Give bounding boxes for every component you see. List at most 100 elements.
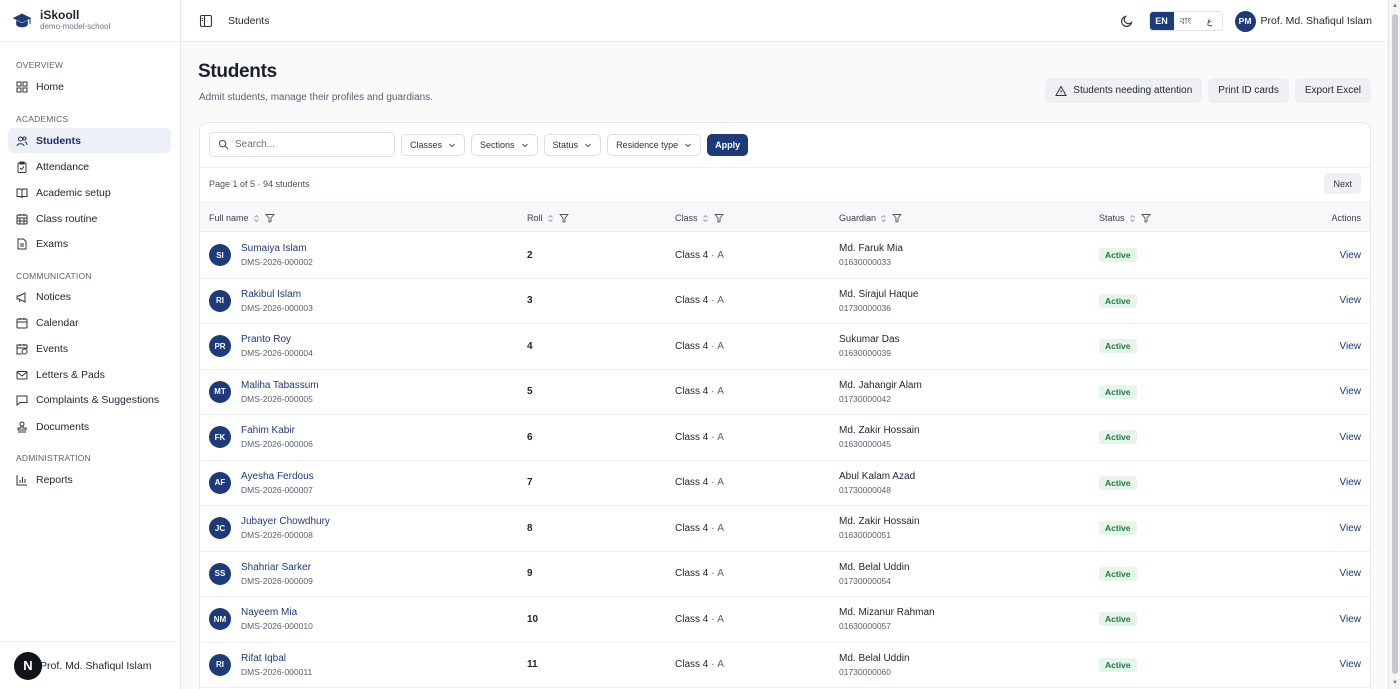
scroll-down-icon[interactable]: ▼ [1391, 679, 1399, 687]
search-field[interactable] [209, 132, 395, 157]
page-scrollbar[interactable]: ▲ ▼ [1388, 0, 1400, 689]
user-name[interactable]: Prof. Md. Shafiqul Islam [1261, 15, 1372, 27]
sidebar-toggle-icon[interactable] [199, 14, 213, 28]
export-excel-button[interactable]: Export Excel [1294, 78, 1371, 103]
student-name-link[interactable]: Rifat Iqbal [241, 652, 312, 665]
filter-icon[interactable] [1140, 213, 1151, 223]
column-header-status[interactable]: Status [1099, 203, 1151, 233]
sidebar-user[interactable]: N Prof. Md. Shafiqul Islam [0, 641, 181, 689]
table-row[interactable]: JC Jubayer Chowdhury DMS-2026-000008 8 Class… [200, 506, 1370, 552]
sidebar-item-letters-pads[interactable]: Letters & Pads [8, 362, 171, 387]
view-link[interactable]: View [1340, 341, 1362, 352]
sort-icon[interactable] [702, 214, 709, 223]
print-id-cards-button[interactable]: Print ID cards [1208, 78, 1289, 103]
lang-en-button[interactable]: EN [1149, 12, 1174, 30]
view-link[interactable]: View [1340, 523, 1362, 534]
chevron-down-icon [585, 143, 591, 147]
student-id: DMS-2026-000002 [241, 257, 313, 268]
student-name-link[interactable]: Fahim Kabir [241, 424, 313, 437]
apply-button[interactable]: Apply [707, 133, 749, 156]
filter-icon[interactable] [558, 213, 569, 223]
sidebar-item-notices[interactable]: Notices [8, 284, 171, 309]
view-link[interactable]: View [1340, 568, 1362, 579]
filter-icon[interactable] [264, 213, 275, 223]
sections-filter[interactable]: Sections [471, 133, 538, 156]
classes-filter[interactable]: Classes [401, 133, 466, 156]
table-row[interactable]: NM Nayeem Mia DMS-2026-000010 10 Class 4 · A… [200, 597, 1370, 643]
class-cell: Class 4 · A [675, 233, 724, 278]
roll-cell: 11 [527, 659, 538, 671]
avatar: JC [209, 517, 231, 540]
scroll-up-icon[interactable]: ▲ [1391, 2, 1399, 10]
table-row[interactable]: SI Sumaiya Islam DMS-2026-000002 2 Class 4 ·… [200, 233, 1370, 279]
student-name-link[interactable]: Jubayer Chowdhury [241, 515, 330, 528]
sidebar-item-attendance[interactable]: Attendance [8, 154, 171, 179]
student-id: DMS-2026-000008 [241, 530, 313, 541]
breadcrumb: Students [228, 14, 270, 27]
sidebar-item-class-routine[interactable]: Class routine [8, 206, 171, 231]
guardian-name: Md. Belal Uddin [839, 652, 910, 664]
table-row[interactable]: AF Ayesha Ferdous DMS-2026-000007 7 Class 4 … [200, 461, 1370, 506]
view-link[interactable]: View [1340, 386, 1362, 397]
table-row[interactable]: FK Fahim Kabir DMS-2026-000006 6 Class 4 · A… [200, 415, 1370, 461]
student-name-link[interactable]: Shahriar Sarker [241, 561, 313, 574]
sidebar-item-label: Students [36, 134, 81, 147]
sidebar-item-complaints[interactable]: Complaints & Suggestions [8, 387, 171, 412]
page-subtitle: Admit students, manage their profiles an… [199, 92, 434, 103]
moon-icon[interactable] [1119, 13, 1135, 29]
sidebar-item-calendar[interactable]: Calendar [8, 310, 171, 335]
sidebar-item-documents[interactable]: Documents [8, 414, 171, 439]
sort-icon[interactable] [547, 214, 554, 223]
sidebar-item-academic-setup[interactable]: Academic setup [8, 180, 171, 205]
view-link[interactable]: View [1340, 250, 1362, 261]
residence-type-filter[interactable]: Residence type [607, 133, 702, 156]
view-link[interactable]: View [1340, 659, 1362, 670]
class-name: Class 4 [675, 477, 709, 489]
table-row[interactable]: PR Pranto Roy DMS-2026-000004 4 Class 4 · A S… [200, 324, 1370, 370]
sort-icon[interactable] [1129, 214, 1136, 223]
column-header-full-name[interactable]: Full name [209, 203, 275, 233]
table-row[interactable]: RI Rakibul Islam DMS-2026-000003 3 Class 4 ·… [200, 279, 1370, 324]
student-name-link[interactable]: Maliha Tabassum [241, 379, 319, 392]
clipboard-check-icon [17, 161, 27, 173]
sidebar-item-reports[interactable]: Reports [8, 467, 171, 492]
student-name-link[interactable]: Rakibul Islam [241, 288, 313, 301]
view-link[interactable]: View [1340, 432, 1362, 443]
table-row[interactable]: RI Rifat Iqbal DMS-2026-000011 11 Class 4 · … [200, 643, 1370, 688]
column-header-roll[interactable]: Roll [527, 203, 569, 233]
sort-icon[interactable] [253, 214, 260, 223]
sidebar-item-exams[interactable]: Exams [8, 231, 171, 256]
students-attention-button[interactable]: Students needing attention [1045, 78, 1203, 103]
filter-icon[interactable] [713, 213, 724, 223]
lang-bn-button[interactable]: বাং [1173, 12, 1198, 30]
lang-ar-button[interactable]: ع [1197, 12, 1222, 30]
student-name-link[interactable]: Sumaiya Islam [241, 242, 313, 255]
student-cell: AF Ayesha Ferdous DMS-2026-000007 [209, 461, 314, 506]
filter-icon[interactable] [892, 213, 903, 223]
scroll-thumb[interactable] [1392, 14, 1398, 674]
view-link[interactable]: View [1340, 295, 1362, 306]
student-name-link[interactable]: Ayesha Ferdous [241, 470, 314, 483]
sidebar-item-home[interactable]: Home [8, 74, 171, 99]
view-link[interactable]: View [1340, 614, 1362, 625]
status-filter-label: Status [552, 139, 579, 150]
table-row[interactable]: MT Maliha Tabassum DMS-2026-000005 5 Class 4… [200, 370, 1370, 415]
sidebar-item-events[interactable]: Events [8, 336, 171, 361]
brand[interactable]: iSkooll demo-model-school [0, 0, 180, 42]
status-filter[interactable]: Status [543, 133, 602, 156]
student-name-link[interactable]: Nayeem Mia [241, 606, 313, 619]
status-badge: Active [1099, 566, 1137, 581]
view-link[interactable]: View [1340, 477, 1362, 488]
search-input[interactable] [235, 139, 385, 150]
next-page-button[interactable]: Next [1324, 173, 1361, 194]
brand-subtitle: demo-model-school [40, 22, 111, 31]
student-name-link[interactable]: Pranto Roy [241, 333, 313, 346]
guardian-name: Md. Mizanur Rahman [839, 607, 935, 619]
column-header-class[interactable]: Class [675, 203, 724, 233]
sort-icon[interactable] [880, 214, 887, 223]
sidebar-item-students[interactable]: Students [8, 128, 171, 153]
table-row[interactable]: SS Shahriar Sarker DMS-2026-000009 9 Class 4… [200, 552, 1370, 597]
column-header-guardian[interactable]: Guardian [839, 203, 903, 233]
avatar[interactable]: PM [1234, 10, 1256, 32]
guardian-phone: 01730000054 [839, 575, 892, 586]
